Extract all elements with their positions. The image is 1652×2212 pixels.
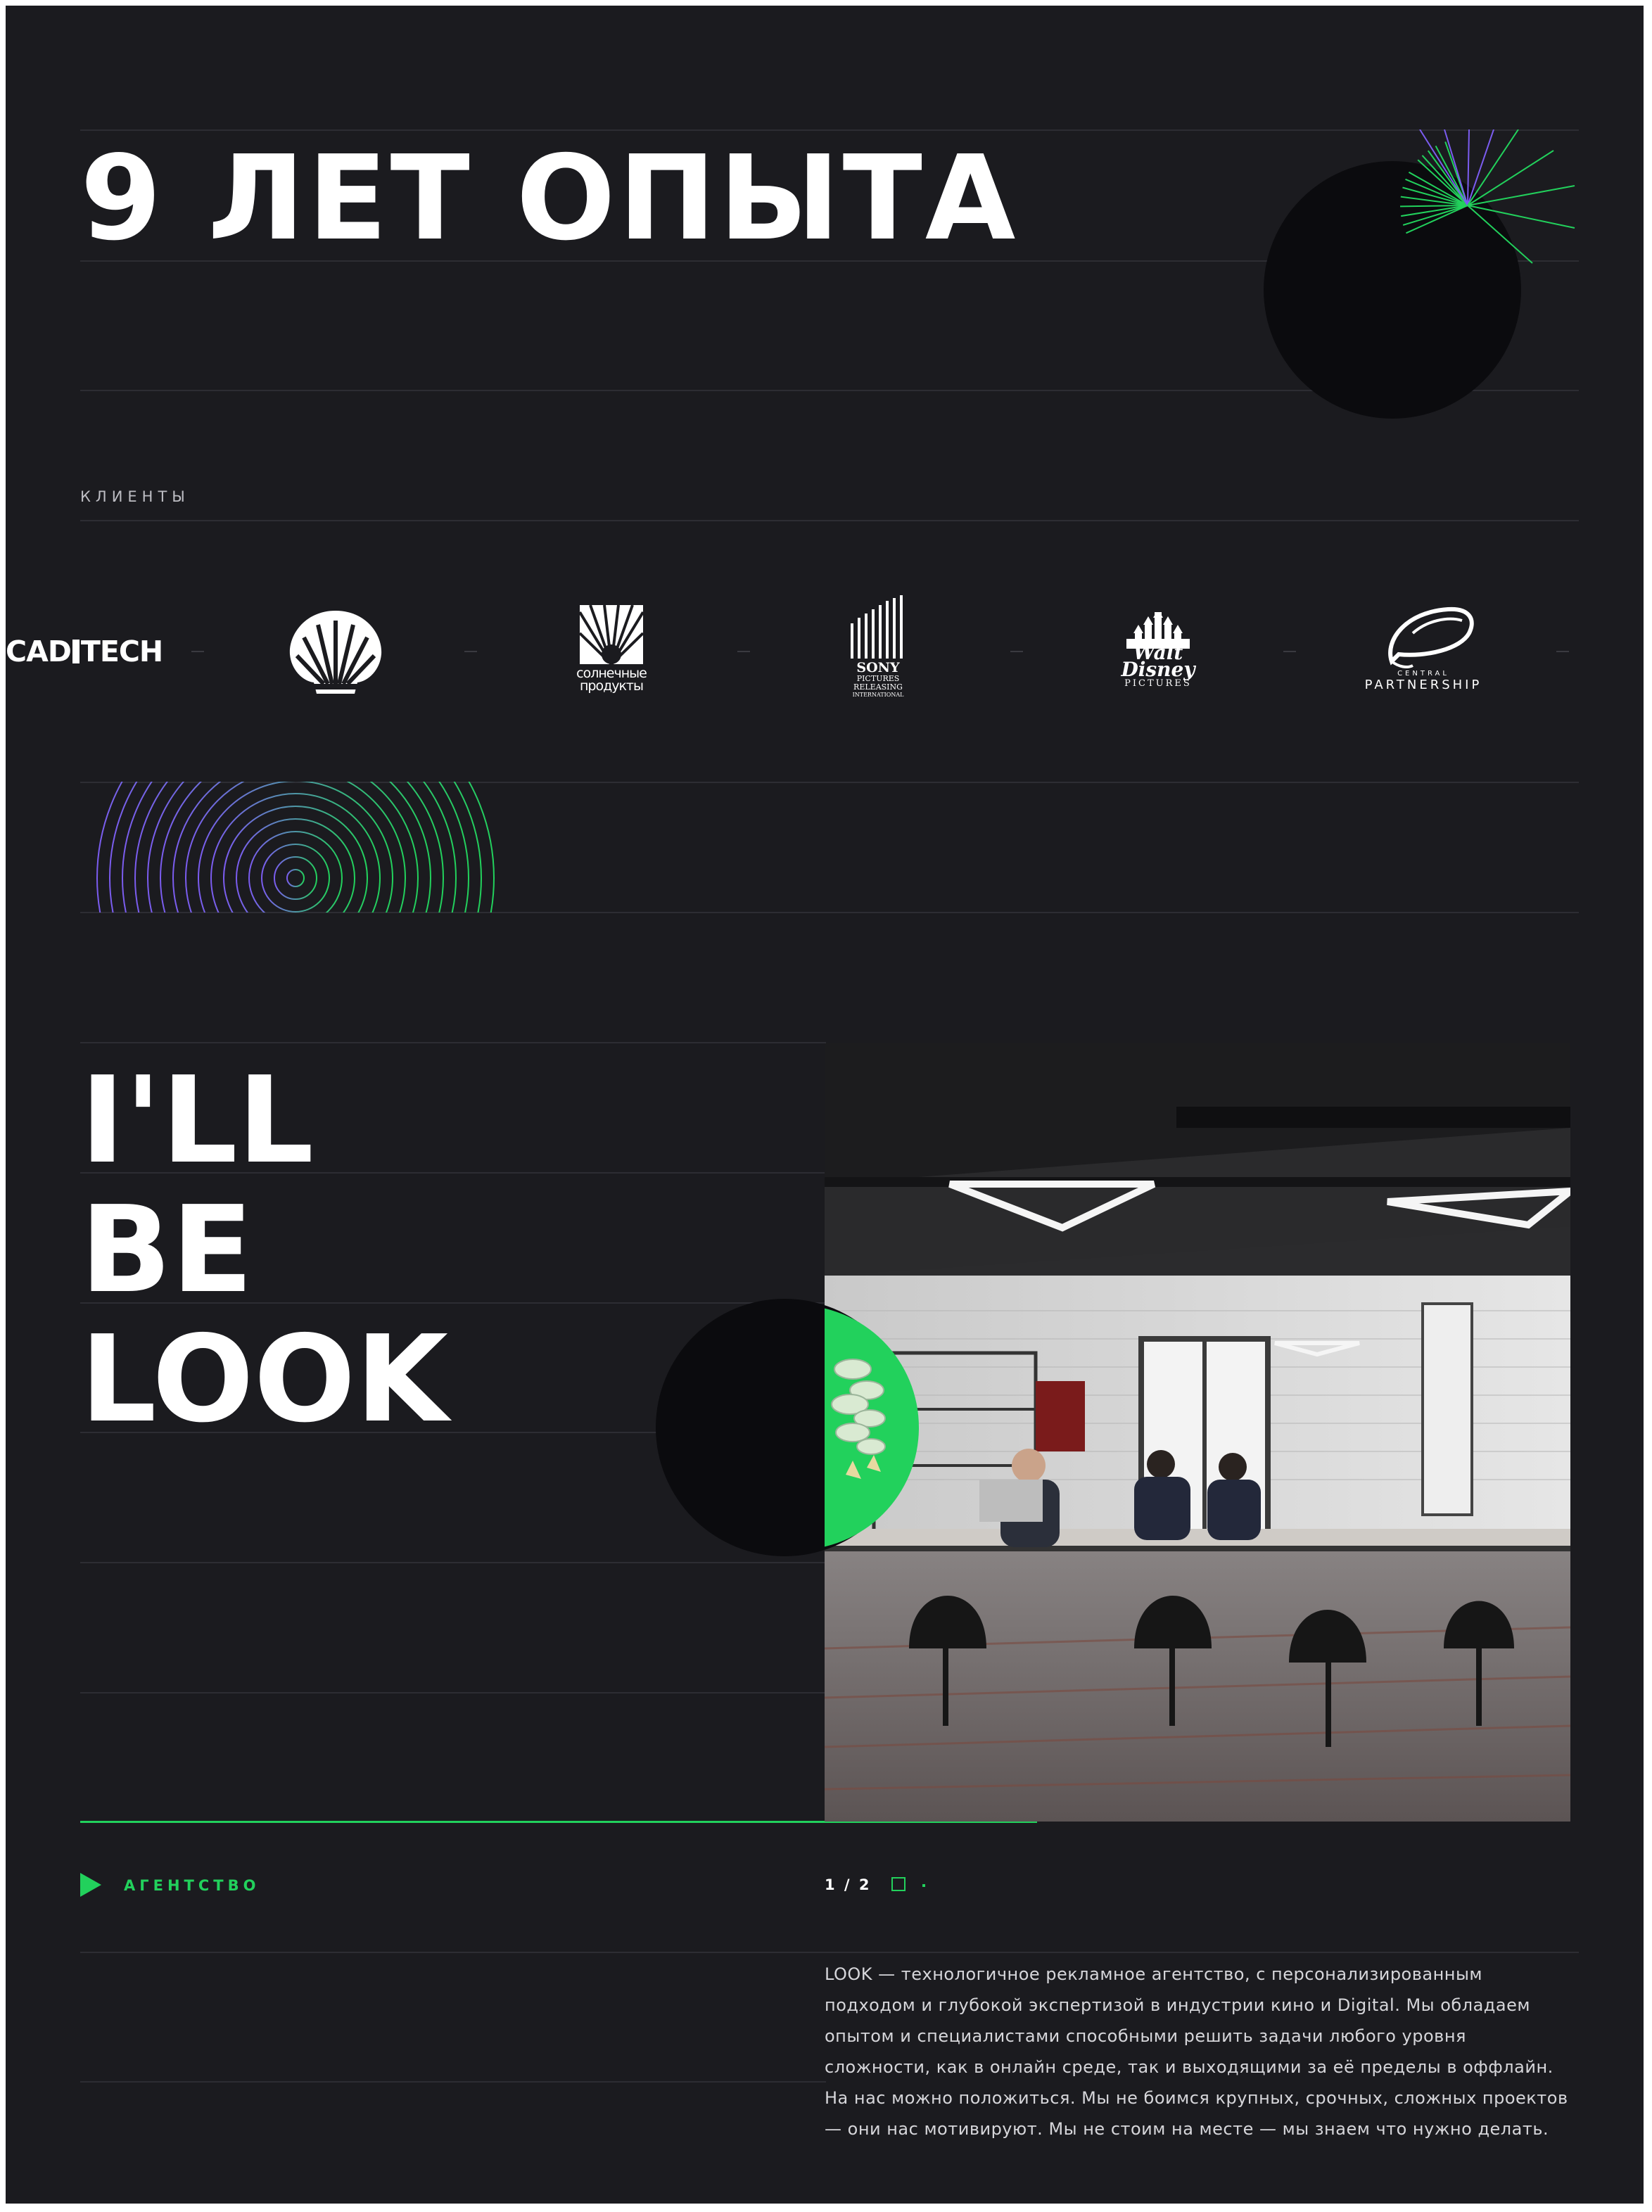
slogan-line: I'LL [80, 1051, 314, 1190]
logo-separator [1283, 651, 1296, 652]
logo-separator [1556, 651, 1569, 652]
sony-pictures-logo-icon [851, 595, 903, 659]
grid-line [80, 1952, 1579, 1953]
client-logo-cadtech: CAD TECH [6, 637, 163, 666]
grid-line [80, 1042, 826, 1043]
sony-logo-text: SONY [856, 660, 900, 675]
logo-separator [1010, 651, 1023, 652]
shell-logo-icon [289, 611, 382, 694]
page: 9 ЛЕТ ОПЫТА КЛИЕНТЫ CAD TECH солнечные п… [6, 6, 1644, 2204]
clients-label: КЛИЕНТЫ [80, 488, 190, 505]
sun-logo-icon [578, 604, 644, 666]
logo-separator [737, 651, 750, 652]
green-circle-decoration [825, 1299, 937, 1556]
slogan-line: BE [80, 1181, 253, 1320]
cadtech-icon [72, 640, 80, 663]
central-partnership-logo-icon [1388, 606, 1474, 668]
client-logo-sun-products: солнечные продукты [573, 604, 650, 694]
grid-line [80, 1692, 826, 1693]
sony-logo-text: INTERNATIONAL [852, 692, 904, 698]
grid-line [80, 520, 1579, 521]
sun-logo-text: продукты [579, 678, 644, 694]
play-icon[interactable] [80, 1873, 101, 1897]
agency-tab-label[interactable]: АГЕНТСТВО [124, 1879, 260, 1893]
client-logo-central-partnership: CENTRAL PARTNERSHIP [1356, 605, 1490, 692]
cadtech-logo-part: TECH [80, 635, 163, 668]
agency-description: LOOK — технологичное рекламное агентство… [825, 1964, 1568, 2139]
slide-indicator[interactable] [922, 1884, 926, 1887]
slider-pagination: 1 / 2 [825, 1876, 926, 1893]
concentric-rings-decoration [96, 782, 495, 913]
plant-decoration [825, 1308, 919, 1547]
client-logo-shell [286, 605, 386, 702]
hero-title: 9 ЛЕТ ОПЫТА [80, 131, 1019, 267]
starburst-decoration [1400, 129, 1575, 264]
client-logo-walt-disney: Walt Disney PICTURES [1095, 609, 1221, 689]
client-logo-sony-pictures: SONY PICTURES RELEASING INTERNATIONAL [843, 595, 913, 699]
slogan-line: LOOK [80, 1310, 449, 1449]
cadtech-logo-part: CAD [6, 635, 72, 668]
slide-indicator-active[interactable] [891, 1877, 906, 1891]
central-logo-text: PARTNERSHIP [1364, 678, 1482, 692]
slider-counter: 1 / 2 [825, 1876, 872, 1893]
grid-line [80, 2081, 826, 2083]
disney-logo-text: PICTURES [1124, 678, 1192, 689]
disney-logo-text: Walt Disney [1121, 641, 1195, 681]
logo-separator [191, 651, 204, 652]
grid-line [80, 1562, 826, 1563]
logo-separator [464, 651, 477, 652]
sony-logo-text: RELEASING [853, 682, 903, 692]
